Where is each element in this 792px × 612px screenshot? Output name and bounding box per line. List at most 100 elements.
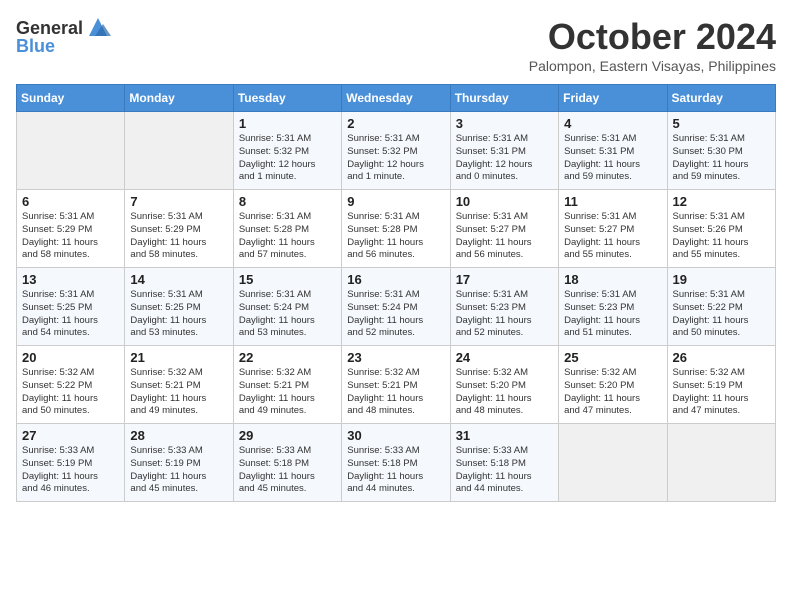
cell-info: Sunrise: 5:31 AM Sunset: 5:30 PM Dayligh… (673, 133, 770, 184)
logo-icon (85, 14, 111, 40)
day-number: 21 (130, 350, 227, 365)
day-number: 27 (22, 428, 119, 443)
calendar-cell: 19 Sunrise: 5:31 AM Sunset: 5:22 PM Dayli… (667, 268, 775, 346)
calendar-cell: 13 Sunrise: 5:31 AM Sunset: 5:25 PM Dayli… (17, 268, 125, 346)
calendar-cell: 23 Sunrise: 5:32 AM Sunset: 5:21 PM Dayli… (342, 346, 450, 424)
calendar-cell: 9 Sunrise: 5:31 AM Sunset: 5:28 PM Daylig… (342, 190, 450, 268)
calendar-cell: 26 Sunrise: 5:32 AM Sunset: 5:19 PM Dayli… (667, 346, 775, 424)
day-number: 22 (239, 350, 336, 365)
calendar-cell (125, 112, 233, 190)
day-number: 5 (673, 116, 770, 131)
calendar-cell (17, 112, 125, 190)
weekday-header: Tuesday (233, 85, 341, 112)
calendar-cell: 11Sunrise: 5:31 AM Sunset: 5:27 PM Dayli… (559, 190, 667, 268)
day-number: 2 (347, 116, 444, 131)
cell-info: Sunrise: 5:31 AM Sunset: 5:28 PM Dayligh… (239, 211, 336, 262)
cell-info: Sunrise: 5:33 AM Sunset: 5:19 PM Dayligh… (22, 445, 119, 496)
calendar-cell: 29 Sunrise: 5:33 AM Sunset: 5:18 PM Dayli… (233, 424, 341, 502)
day-number: 15 (239, 272, 336, 287)
cell-info: Sunrise: 5:31 AM Sunset: 5:23 PM Dayligh… (456, 289, 553, 340)
cell-info: Sunrise: 5:31 AM Sunset: 5:26 PM Dayligh… (673, 211, 770, 262)
cell-info: Sunrise: 5:33 AM Sunset: 5:18 PM Dayligh… (347, 445, 444, 496)
weekday-header: Sunday (17, 85, 125, 112)
cell-info: Sunrise: 5:32 AM Sunset: 5:19 PM Dayligh… (673, 367, 770, 418)
day-number: 17 (456, 272, 553, 287)
day-number: 19 (673, 272, 770, 287)
day-number: 16 (347, 272, 444, 287)
day-number: 18 (564, 272, 661, 287)
cell-info: Sunrise: 5:32 AM Sunset: 5:21 PM Dayligh… (239, 367, 336, 418)
day-number: 1 (239, 116, 336, 131)
page-header: General Blue October 2024 Palompon, East… (16, 16, 776, 74)
cell-info: Sunrise: 5:31 AM Sunset: 5:31 PM Dayligh… (564, 133, 661, 184)
day-number: 11 (564, 194, 661, 209)
calendar-cell: 14 Sunrise: 5:31 AM Sunset: 5:25 PM Dayli… (125, 268, 233, 346)
cell-info: Sunrise: 5:31 AM Sunset: 5:22 PM Dayligh… (673, 289, 770, 340)
calendar-cell: 22 Sunrise: 5:32 AM Sunset: 5:21 PM Dayli… (233, 346, 341, 424)
calendar-cell: 6Sunrise: 5:31 AM Sunset: 5:29 PM Daylig… (17, 190, 125, 268)
calendar-cell: 2 Sunrise: 5:31 AM Sunset: 5:32 PM Daylig… (342, 112, 450, 190)
calendar-cell: 10Sunrise: 5:31 AM Sunset: 5:27 PM Dayli… (450, 190, 558, 268)
weekday-header: Wednesday (342, 85, 450, 112)
calendar-week-row: 20 Sunrise: 5:32 AM Sunset: 5:22 PM Dayli… (17, 346, 776, 424)
day-number: 4 (564, 116, 661, 131)
day-number: 10 (456, 194, 553, 209)
calendar-cell: 17 Sunrise: 5:31 AM Sunset: 5:23 PM Dayli… (450, 268, 558, 346)
cell-info: Sunrise: 5:32 AM Sunset: 5:21 PM Dayligh… (347, 367, 444, 418)
logo-blue: Blue (16, 36, 55, 57)
cell-info: Sunrise: 5:32 AM Sunset: 5:21 PM Dayligh… (130, 367, 227, 418)
cell-info: Sunrise: 5:31 AM Sunset: 5:25 PM Dayligh… (130, 289, 227, 340)
day-number: 20 (22, 350, 119, 365)
calendar-week-row: 27 Sunrise: 5:33 AM Sunset: 5:19 PM Dayli… (17, 424, 776, 502)
calendar-cell: 8 Sunrise: 5:31 AM Sunset: 5:28 PM Daylig… (233, 190, 341, 268)
calendar-week-row: 13 Sunrise: 5:31 AM Sunset: 5:25 PM Dayli… (17, 268, 776, 346)
day-number: 25 (564, 350, 661, 365)
day-number: 8 (239, 194, 336, 209)
cell-info: Sunrise: 5:31 AM Sunset: 5:32 PM Dayligh… (239, 133, 336, 184)
calendar-cell: 1 Sunrise: 5:31 AM Sunset: 5:32 PM Daylig… (233, 112, 341, 190)
calendar-cell: 7Sunrise: 5:31 AM Sunset: 5:29 PM Daylig… (125, 190, 233, 268)
calendar-week-row: 6 Sunrise: 5:31 AM Sunset: 5:29 PM Daylig… (17, 190, 776, 268)
weekday-header: Friday (559, 85, 667, 112)
day-number: 13 (22, 272, 119, 287)
cell-info: Sunrise: 5:31 AM Sunset: 5:28 PM Dayligh… (347, 211, 444, 262)
day-number: 6 (22, 194, 119, 209)
day-number: 26 (673, 350, 770, 365)
calendar-cell: 18Sunrise: 5:31 AM Sunset: 5:23 PM Dayli… (559, 268, 667, 346)
day-number: 29 (239, 428, 336, 443)
cell-info: Sunrise: 5:31 AM Sunset: 5:31 PM Dayligh… (456, 133, 553, 184)
weekday-header: Monday (125, 85, 233, 112)
cell-info: Sunrise: 5:32 AM Sunset: 5:22 PM Dayligh… (22, 367, 119, 418)
cell-info: Sunrise: 5:31 AM Sunset: 5:24 PM Dayligh… (239, 289, 336, 340)
cell-info: Sunrise: 5:33 AM Sunset: 5:19 PM Dayligh… (130, 445, 227, 496)
title-block: October 2024 Palompon, Eastern Visayas, … (529, 16, 776, 74)
cell-info: Sunrise: 5:33 AM Sunset: 5:18 PM Dayligh… (239, 445, 336, 496)
calendar-cell: 27 Sunrise: 5:33 AM Sunset: 5:19 PM Dayli… (17, 424, 125, 502)
calendar-cell: 4 Sunrise: 5:31 AM Sunset: 5:31 PM Daylig… (559, 112, 667, 190)
calendar-cell: 5 Sunrise: 5:31 AM Sunset: 5:30 PM Daylig… (667, 112, 775, 190)
day-number: 30 (347, 428, 444, 443)
header-row: SundayMondayTuesdayWednesdayThursdayFrid… (17, 85, 776, 112)
calendar-cell: 31Sunrise: 5:33 AM Sunset: 5:18 PM Dayli… (450, 424, 558, 502)
day-number: 9 (347, 194, 444, 209)
cell-info: Sunrise: 5:33 AM Sunset: 5:18 PM Dayligh… (456, 445, 553, 496)
cell-info: Sunrise: 5:31 AM Sunset: 5:32 PM Dayligh… (347, 133, 444, 184)
day-number: 28 (130, 428, 227, 443)
day-number: 24 (456, 350, 553, 365)
cell-info: Sunrise: 5:31 AM Sunset: 5:29 PM Dayligh… (130, 211, 227, 262)
calendar-cell: 21 Sunrise: 5:32 AM Sunset: 5:21 PM Dayli… (125, 346, 233, 424)
day-number: 14 (130, 272, 227, 287)
cell-info: Sunrise: 5:31 AM Sunset: 5:25 PM Dayligh… (22, 289, 119, 340)
calendar-week-row: 1 Sunrise: 5:31 AM Sunset: 5:32 PM Daylig… (17, 112, 776, 190)
calendar-cell (667, 424, 775, 502)
location-subtitle: Palompon, Eastern Visayas, Philippines (529, 58, 776, 74)
logo: General Blue (16, 16, 111, 57)
day-number: 23 (347, 350, 444, 365)
calendar-cell (559, 424, 667, 502)
month-title: October 2024 (529, 16, 776, 58)
day-number: 12 (673, 194, 770, 209)
cell-info: Sunrise: 5:32 AM Sunset: 5:20 PM Dayligh… (564, 367, 661, 418)
calendar-table: SundayMondayTuesdayWednesdayThursdayFrid… (16, 84, 776, 502)
calendar-cell: 28 Sunrise: 5:33 AM Sunset: 5:19 PM Dayli… (125, 424, 233, 502)
calendar-cell: 20 Sunrise: 5:32 AM Sunset: 5:22 PM Dayli… (17, 346, 125, 424)
